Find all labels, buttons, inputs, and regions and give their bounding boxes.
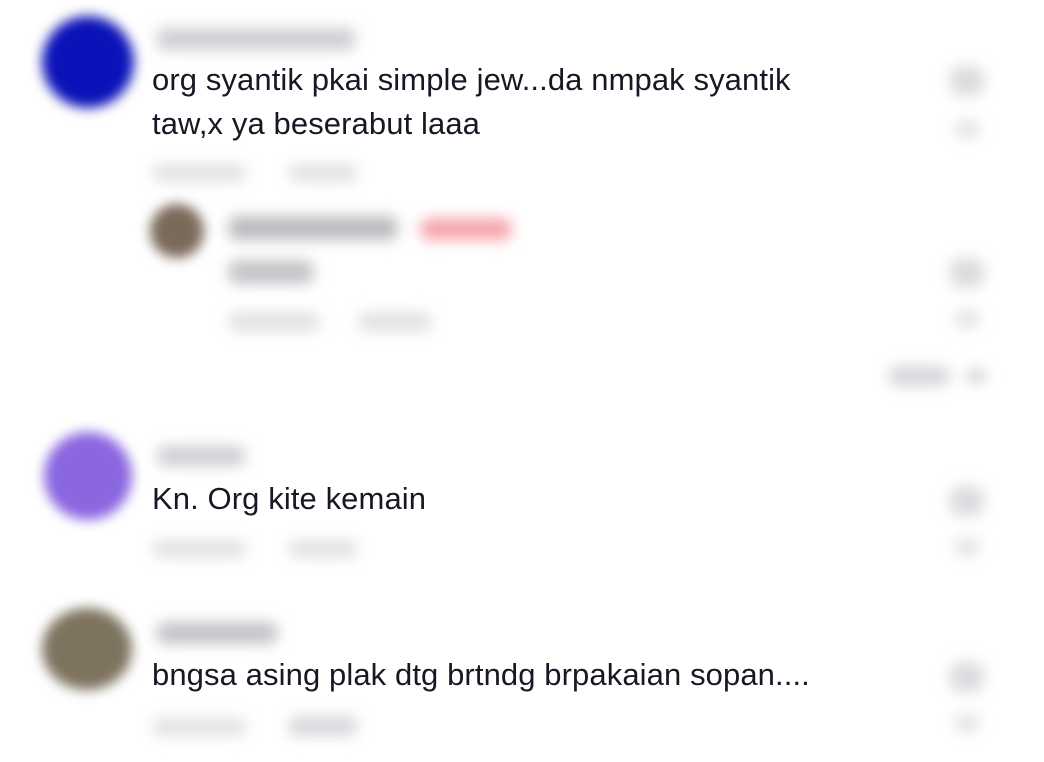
username[interactable] (156, 446, 246, 466)
timestamp (152, 540, 247, 558)
avatar[interactable] (42, 16, 134, 108)
timestamp (152, 718, 247, 736)
reply-text (228, 260, 314, 284)
creator-badge (420, 218, 512, 240)
heart-icon[interactable] (950, 662, 984, 692)
like-count (954, 538, 980, 556)
heart-icon[interactable] (950, 258, 984, 288)
comment-text-line: bngsa asing plak dtg brtndg brpakaian so… (152, 657, 810, 692)
hide-replies-label[interactable] (888, 366, 950, 386)
comment-text-line: Kn. Org kite kemain (152, 481, 427, 516)
comment-text: Kn. Org kite kemain (152, 477, 426, 521)
reply-button[interactable] (288, 716, 358, 736)
heart-icon[interactable] (950, 486, 984, 516)
username[interactable] (156, 28, 356, 50)
heart-icon[interactable] (950, 66, 984, 96)
like-count (954, 714, 980, 732)
like-count (954, 310, 980, 328)
comment-text-line: org syantik pkai simple jew...da nmpak s… (152, 62, 791, 97)
comment-text: org syantik pkai simple jew...da nmpak s… (152, 58, 791, 146)
comment-text-line: taw,x ya beserabut laaa (152, 106, 481, 141)
avatar[interactable] (150, 204, 204, 258)
chevron-up-icon[interactable] (966, 368, 986, 384)
username[interactable] (156, 622, 278, 644)
comment-text: bngsa asing plak dtg brtndg brpakaian so… (152, 653, 810, 697)
like-count (954, 120, 980, 138)
avatar[interactable] (44, 432, 132, 520)
reply-button[interactable] (288, 164, 358, 182)
avatar[interactable] (42, 608, 132, 690)
reply-button[interactable] (358, 312, 432, 332)
timestamp (228, 312, 320, 332)
timestamp (152, 164, 247, 182)
reply-button[interactable] (288, 540, 358, 558)
username[interactable] (228, 216, 398, 240)
